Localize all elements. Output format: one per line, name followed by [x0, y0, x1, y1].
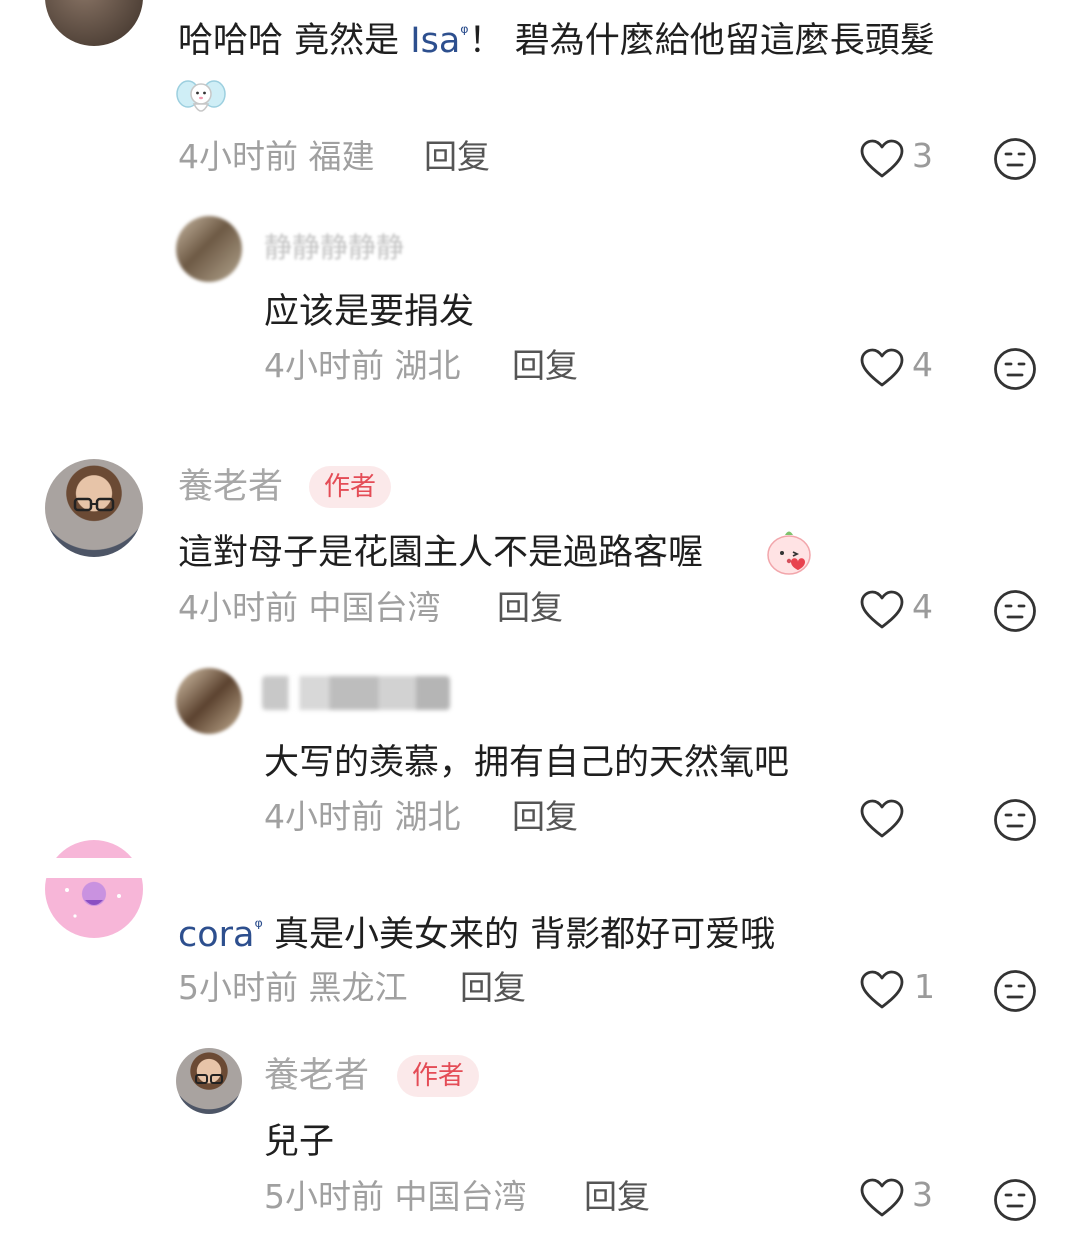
comment-text: 這對母子是花園主人不是過路客喔	[178, 533, 704, 573]
user-name-blurred[interactable]	[262, 676, 450, 710]
comment-meta: 4小时前 福建	[178, 137, 375, 176]
like-count: 1	[914, 967, 935, 1006]
neutral-face-icon[interactable]	[993, 347, 1037, 391]
comment-meta: 4小时前 中国台湾	[178, 588, 441, 627]
like-count: 3	[912, 136, 933, 175]
avatar[interactable]	[45, 459, 143, 557]
avatar[interactable]	[176, 1048, 242, 1114]
heart-outline-icon[interactable]	[860, 799, 904, 839]
neutral-face-icon[interactable]	[993, 969, 1037, 1013]
comment-meta: 5小时前 中国台湾	[264, 1177, 527, 1216]
blowing-kiss-emoji-icon	[764, 526, 814, 576]
comment-text: 兒子	[264, 1122, 335, 1162]
author-badge: 作者	[397, 1055, 480, 1097]
comment-meta: 5小时前 黑龙江	[178, 968, 408, 1007]
mention-link[interactable]: Isa	[410, 21, 460, 61]
like-count: 4	[912, 587, 933, 626]
heart-outline-icon[interactable]	[860, 348, 904, 388]
heart-outline-icon[interactable]	[860, 970, 904, 1010]
neutral-face-icon[interactable]	[993, 798, 1037, 842]
reply-button[interactable]: 回复	[584, 1177, 650, 1217]
comment-text: 哈哈哈 竟然是 Isaᵠ！ 碧為什麼給他留這麼長頭髮	[178, 20, 935, 61]
neutral-face-icon[interactable]	[993, 1178, 1037, 1222]
heart-outline-icon[interactable]	[860, 139, 904, 179]
user-name-blurred[interactable]: 静静静静静	[264, 234, 404, 262]
neutral-face-icon[interactable]	[993, 589, 1037, 633]
mention-link[interactable]: cora	[178, 915, 255, 955]
comment-meta: 4小时前 湖北	[264, 346, 461, 385]
author-badge: 作者	[309, 466, 392, 508]
heart-outline-icon[interactable]	[860, 590, 904, 630]
reply-button[interactable]: 回复	[512, 346, 578, 386]
fairy-emoji-icon	[176, 74, 226, 122]
user-name[interactable]: 養老者	[178, 466, 283, 508]
comment-meta: 4小时前 湖北	[264, 797, 461, 836]
reply-button[interactable]: 回复	[497, 588, 563, 628]
reply-button[interactable]: 回复	[424, 137, 490, 177]
reply-button[interactable]: 回复	[512, 797, 578, 837]
avatar[interactable]	[176, 668, 242, 734]
comment-text: coraᵠ 真是小美女来的 背影都好可爱哦	[178, 914, 776, 955]
avatar[interactable]	[45, 0, 143, 46]
reply-button[interactable]: 回复	[460, 968, 526, 1008]
comment-text: 大写的羡慕，拥有自己的天然氧吧	[264, 743, 790, 783]
comment-text: 应该是要捐发	[264, 292, 475, 332]
avatar[interactable]	[45, 840, 143, 938]
like-count: 4	[912, 345, 933, 384]
neutral-face-icon[interactable]	[993, 137, 1037, 181]
heart-outline-icon[interactable]	[860, 1178, 904, 1218]
user-name[interactable]: 養老者	[264, 1055, 369, 1097]
avatar[interactable]	[176, 216, 242, 282]
like-count: 3	[912, 1175, 933, 1214]
